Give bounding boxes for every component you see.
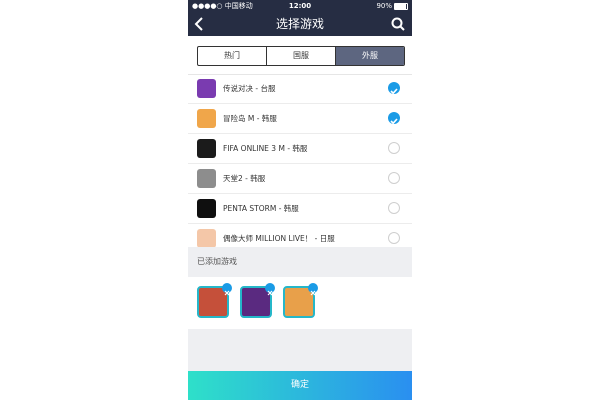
tab-0[interactable]: 热门 [198,47,267,65]
game-icon [197,139,216,158]
empty-circle-icon[interactable] [388,172,400,184]
search-icon[interactable] [390,16,406,32]
remove-icon[interactable] [265,283,275,296]
empty-space [188,329,412,371]
added-games-title: 已添加游戏 [197,257,237,266]
phone-screen: ●●●●○ 中国移动 12:00 90% 选择游戏 热门 国服 外服 传说对决 - … [188,0,412,400]
remove-icon[interactable] [308,283,318,296]
game-row[interactable]: 传说对决 - 台服 [188,74,412,104]
game-icon [197,169,216,188]
game-icon-1 [197,283,232,318]
status-right: 90% [376,0,408,12]
added-games-area [188,277,412,329]
game-row[interactable]: FIFA ONLINE 3 M - 韩服 [188,134,412,164]
game-name: PENTA STORM - 韩服 [223,204,299,213]
game-name: 冒险岛 M - 韩服 [223,114,277,123]
battery-percent: 90% [376,2,392,10]
game-icon-2 [240,283,275,318]
status-bar: ●●●●○ 中国移动 12:00 90% [188,0,412,12]
game-list: 传说对决 - 台服 冒险岛 M - 韩服 FIFA ONLINE 3 M - 韩服天… [188,74,412,254]
game-icon [197,79,216,98]
battery-icon [394,2,408,10]
remove-icon[interactable] [222,283,232,296]
game-icon [197,109,216,128]
game-name: 传说对决 - 台服 [223,84,276,93]
empty-circle-icon[interactable] [388,232,400,244]
added-games-header: 已添加游戏 [188,247,412,277]
game-name: 天堂2 - 韩服 [223,174,266,183]
empty-circle-icon[interactable] [388,202,400,214]
game-name: FIFA ONLINE 3 M - 韩服 [223,144,308,153]
game-icon-3 [283,283,318,318]
game-row[interactable]: 冒险岛 M - 韩服 [188,104,412,134]
tab-1[interactable]: 国服 [267,47,336,65]
game-icon [197,229,216,248]
tab-bar: 热门 国服 外服 [188,36,412,75]
checkmark-icon[interactable] [388,112,400,125]
segmented-control: 热门 国服 外服 [197,46,405,66]
checkmark-icon[interactable] [388,82,400,95]
game-row[interactable]: 天堂2 - 韩服 [188,164,412,194]
confirm-button[interactable]: 确定 [188,371,412,400]
tab-2[interactable]: 外服 [336,47,404,65]
page-title: 选择游戏 [275,17,324,31]
nav-bar: 选择游戏 [188,12,412,36]
empty-circle-icon[interactable] [388,142,400,154]
game-icon [197,199,216,218]
game-row[interactable]: PENTA STORM - 韩服 [188,194,412,224]
